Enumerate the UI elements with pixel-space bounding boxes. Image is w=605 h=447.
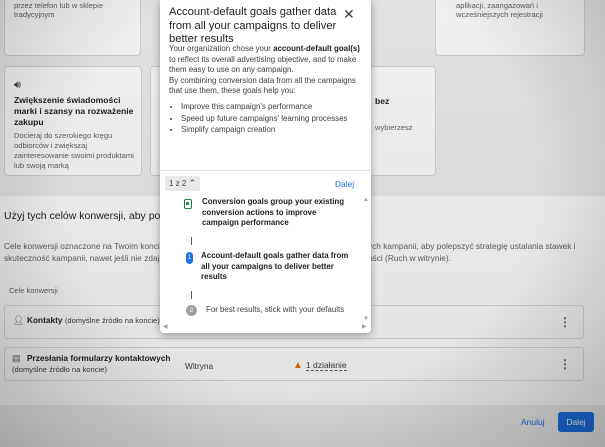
goal-name-text: Kontakty xyxy=(27,315,63,325)
goal-name: Kontakty (domyślne źródło na koncie) xyxy=(27,315,160,325)
person-contact-icon: 👤︎ xyxy=(13,315,25,325)
goal-row-contact-forms[interactable]: ▤ Przesłania formularzy kontaktowych (do… xyxy=(4,347,584,381)
more-options-icon[interactable]: ⋮ xyxy=(559,315,571,329)
section-description-line: ości (Ruch w witrynie). xyxy=(368,253,451,263)
scroll-down-icon[interactable]: ▼ xyxy=(363,316,369,322)
step-connector xyxy=(191,291,192,299)
section-title: Użyj tych celów konwersji, aby polepsz xyxy=(4,210,185,222)
card-title: bez xyxy=(375,96,390,106)
goal-card-no-goal[interactable]: bez wybierzesz xyxy=(362,66,436,176)
card-description: Docieraj do szerokiego kręgu odbiorców i… xyxy=(14,131,134,170)
popup-benefits-list: Improve this campaign's performance Spee… xyxy=(169,102,365,136)
card-description: wybierzesz xyxy=(375,123,413,132)
section-description-line: skuteczność kampanii, nawet jeśli nie zd… xyxy=(4,253,165,263)
goal-warning[interactable]: ▲ 1 działanie xyxy=(293,360,347,371)
popup-body: Your organization chose your account-def… xyxy=(169,44,365,137)
goal-icon xyxy=(184,199,192,209)
list-item: Simplify campaign creation xyxy=(181,125,365,136)
popup-intro-text: Your organization chose your xyxy=(169,44,274,53)
guided-tour-popup: Account-default goals gather data from a… xyxy=(160,0,371,333)
goal-subtitle: (domyślne źródło na koncie) xyxy=(12,365,107,374)
megaphone-icon: 🔊︎ xyxy=(14,79,21,91)
tour-step[interactable]: For best results, stick with your defaul… xyxy=(206,305,356,316)
scroll-up-icon[interactable]: ▲ xyxy=(363,197,369,203)
section-description-right: ych kampanii, aby polepszyć strategię us… xyxy=(368,240,576,264)
section-description: Cele konwersji oznaczone na Twoim koncie… xyxy=(4,240,164,264)
popup-intro2: By combining conversion data from all th… xyxy=(169,75,356,96)
goal-source: Witryna xyxy=(185,361,214,371)
goal-subtitle: (domyślne źródło na koncie) xyxy=(64,316,160,325)
scroll-right-icon[interactable]: ▶ xyxy=(362,323,367,330)
step-counter[interactable]: 1 z 2 ⌃ xyxy=(165,176,201,191)
warning-icon: ▲ xyxy=(293,360,303,371)
step-connector xyxy=(191,237,192,245)
step-counter-text: 1 z 2 xyxy=(169,179,187,188)
close-icon[interactable]: ✕ xyxy=(343,6,355,23)
more-options-icon[interactable]: ⋮ xyxy=(559,357,571,371)
cancel-button[interactable]: Anuluj xyxy=(521,417,545,427)
chevron-up-icon: ⌃ xyxy=(188,178,197,188)
popup-intro-text: to reflect its overall advertising objec… xyxy=(169,54,357,75)
popup-divider xyxy=(160,170,371,171)
popup-title: Account-default goals gather data from a… xyxy=(169,6,337,45)
step-number-badge: 2 xyxy=(186,305,197,316)
form-icon: ▤ xyxy=(12,353,21,363)
popup-intro: Your organization chose your account-def… xyxy=(169,44,365,76)
tour-steps: Conversion goals group your existing con… xyxy=(160,192,371,330)
card-title: Zwiększenie świadomości marki i szansy n… xyxy=(14,95,134,127)
scroll-left-icon[interactable]: ◀ xyxy=(163,323,168,330)
list-item: Speed up future campaigns' learning proc… xyxy=(181,114,365,125)
card-description: przez telefon lub w sklepie tradycyjnym xyxy=(14,1,104,19)
list-item: Improve this campaign's performance xyxy=(181,102,365,113)
section-description-line: Cele konwersji oznaczone na Twoim koncie xyxy=(4,241,165,251)
warning-link[interactable]: 1 działanie xyxy=(305,360,347,371)
goal-card-offline[interactable]: przez telefon lub w sklepie tradycyjnym xyxy=(4,0,141,56)
goal-card-app[interactable]: aplikacji, zaangażowań i wcześniejszych … xyxy=(435,0,585,56)
next-button[interactable]: Dalej xyxy=(558,412,594,432)
tour-step[interactable]: Conversion goals group your existing con… xyxy=(202,197,352,229)
column-label: Cele konwersji xyxy=(9,286,58,295)
tour-step-current[interactable]: Account-default goals gather data from a… xyxy=(201,251,353,283)
goal-name: Przesłania formularzy kontaktowych xyxy=(27,353,171,363)
popup-intro-bold: account-default goal(s) xyxy=(273,44,360,53)
step-number-badge: 1 xyxy=(186,252,193,264)
footer-bar xyxy=(0,405,605,447)
popup-next-button[interactable]: Dalej xyxy=(335,179,354,189)
section-description-line: ych kampanii, aby polepszyć strategię us… xyxy=(368,241,576,251)
card-description: aplikacji, zaangażowań i wcześniejszych … xyxy=(456,1,543,19)
goal-card-awareness[interactable]: 🔊︎ Zwiększenie świadomości marki i szans… xyxy=(4,66,142,176)
